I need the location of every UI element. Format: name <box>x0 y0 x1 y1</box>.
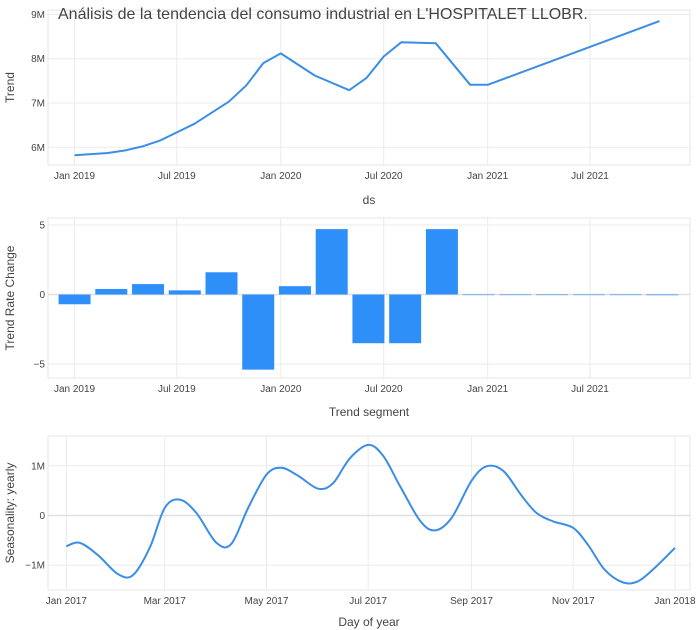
trend-rate-change-panel: Jan 2019 Jul 2019 Jan 2020 Jul 2020 Jan 2021… <box>3 217 691 419</box>
trend-rate-bar <box>572 294 605 296</box>
x-tick-label: Jul 2019 <box>158 171 196 182</box>
trend-rate-bar <box>609 294 642 296</box>
trend-rate-bar <box>205 272 238 295</box>
x-tick-label: Jan 2018 <box>654 596 696 607</box>
x-tick-label: Jul 2021 <box>571 171 609 182</box>
x-tick-label: Sep 2017 <box>450 596 493 607</box>
plot-frame <box>47 435 691 591</box>
trend-rate-bar <box>95 288 128 295</box>
x-tick-label: Jul 2020 <box>365 171 403 182</box>
trend-rate-bar <box>425 229 458 295</box>
y-tick-label: 9M <box>31 10 45 21</box>
x-tick-label: Jan 2020 <box>260 384 302 395</box>
y-tick-label: 1M <box>31 461 45 472</box>
trend-rate-bar <box>536 294 569 296</box>
x-tick-label: Jan 2019 <box>54 384 96 395</box>
y-tick-label: −5 <box>34 360 46 371</box>
x-tick-label: Jan 2019 <box>54 171 96 182</box>
trend-line <box>74 20 660 157</box>
y-tick-label: 0 <box>39 511 45 522</box>
x-tick-label: Jan 2020 <box>260 171 302 182</box>
x-tick-label: May 2017 <box>244 596 288 607</box>
y-axis-title: Trend Rate Change <box>3 245 17 350</box>
x-tick-label: Jan 2021 <box>467 171 509 182</box>
y-tick-label: 7M <box>31 99 45 110</box>
trend-rate-bar <box>352 294 385 344</box>
y-axis-title: Seasonality: yearly <box>3 463 17 564</box>
x-tick-label: Mar 2017 <box>144 596 187 607</box>
trend-rate-bar <box>462 294 495 296</box>
y-tick-label: 5 <box>39 220 45 231</box>
trend-rate-bar <box>132 284 165 295</box>
y-tick-label: 8M <box>31 54 45 65</box>
y-axis-title: Trend <box>3 72 17 103</box>
x-tick-label: Jul 2020 <box>365 384 403 395</box>
x-tick-label: Jan 2021 <box>467 384 509 395</box>
trend-rate-bar <box>278 286 311 295</box>
seasonality-yearly-panel: Jan 2017 Mar 2017 May 2017 Jul 2017 Sep 2017… <box>3 435 696 629</box>
x-tick-label: Jul 2021 <box>571 384 609 395</box>
x-tick-label: Jul 2019 <box>158 384 196 395</box>
trend-rate-bar <box>499 294 532 296</box>
trend-panel: Jan 2019 Jul 2019 Jan 2020 Jul 2020 Jan 2021… <box>3 9 691 207</box>
x-axis-title: Trend segment <box>329 405 410 419</box>
x-tick-label: Nov 2017 <box>552 596 595 607</box>
trend-rate-bar <box>58 294 91 305</box>
y-tick-label: 0 <box>39 290 45 301</box>
trend-rate-bar <box>168 290 201 295</box>
chart-title: Análisis de la tendencia del consumo ind… <box>58 6 588 23</box>
y-tick-label: −1M <box>25 561 45 572</box>
x-axis-title: ds <box>363 193 376 207</box>
trend-rate-bar <box>242 294 275 370</box>
x-tick-label: Jan 2017 <box>46 596 88 607</box>
trend-rate-bar <box>315 229 348 295</box>
y-tick-label: 6M <box>31 143 45 154</box>
trend-rate-bar <box>646 294 679 296</box>
plot-frame <box>47 9 691 166</box>
x-tick-label: Jul 2017 <box>349 596 387 607</box>
trend-rate-bar <box>389 294 422 344</box>
figure: Jan 2019 Jul 2019 Jan 2020 Jul 2020 Jan 2021… <box>3 6 696 629</box>
x-axis-title: Day of year <box>338 615 399 629</box>
